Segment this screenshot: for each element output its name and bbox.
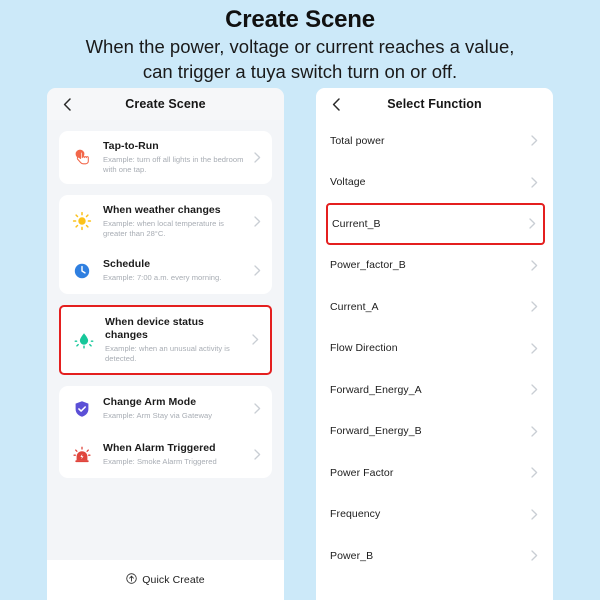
function-row-voltage[interactable]: Voltage [330, 162, 539, 204]
scene-item-arm-mode[interactable]: Change Arm Mode Example: Arm Stay via Ga… [59, 386, 272, 432]
list-item-desc: Example: when local temperature is great… [103, 218, 224, 238]
list-item-title: When Alarm Triggered [103, 442, 216, 455]
quick-create-button[interactable]: Quick Create [47, 560, 284, 600]
function-label: Power Factor [330, 466, 394, 479]
function-row-forward-energy-b[interactable]: Forward_Energy_B [330, 411, 539, 453]
chevron-right-icon [252, 214, 262, 228]
left-navbar: Create Scene [47, 88, 284, 120]
chevron-left-icon[interactable] [60, 97, 74, 111]
scene-card-tap-to-run[interactable]: Tap-to-Run Example: turn off all lights … [59, 131, 272, 184]
chevron-right-icon [529, 466, 539, 480]
list-item-desc: Example: Smoke Alarm Triggered [103, 457, 217, 467]
page-subtitle-line-1: When the power, voltage or current reach… [85, 36, 515, 58]
list-item-title: Tap-to-Run [103, 140, 159, 152]
shield-check-icon [70, 397, 94, 421]
scene-type-list: Tap-to-Run Example: turn off all lights … [47, 120, 284, 560]
list-item-desc: Example: Arm Stay via Gateway [103, 411, 213, 421]
function-row-forward-energy-a[interactable]: Forward_Energy_A [330, 369, 539, 411]
chevron-right-icon [252, 448, 262, 462]
list-item-title: When weather changes [103, 203, 221, 216]
function-row-power-factor[interactable]: Power Factor [330, 452, 539, 494]
list-item-desc: Example: 7:00 a.m. every morning. [103, 273, 222, 283]
function-label: Frequency [330, 508, 381, 521]
right-phone-select-function: Select Function Total power Voltage Curr… [316, 88, 553, 600]
chevron-right-icon [252, 402, 262, 416]
list-item-text: When device status changes Example: when… [105, 316, 250, 364]
right-nav-title: Select Function [387, 97, 482, 111]
left-nav-title: Create Scene [125, 97, 206, 111]
right-navbar: Select Function [316, 88, 553, 120]
list-item[interactable]: When device status changes Example: when… [61, 307, 270, 373]
function-row-frequency[interactable]: Frequency [330, 494, 539, 536]
function-label: Flow Direction [330, 342, 398, 355]
list-item-text: Tap-to-Run Example: turn off all lights … [103, 140, 252, 175]
page-title: Create Scene [225, 6, 375, 33]
tap-hand-icon [70, 145, 94, 169]
page-subtitle-line-2: can trigger a tuya switch turn on or off… [142, 60, 458, 82]
chevron-right-icon [529, 424, 539, 438]
list-item-text: When weather changes Example: when local… [103, 204, 252, 239]
siren-icon [70, 443, 94, 467]
scene-item-weather[interactable]: When weather changes Example: when local… [59, 195, 272, 248]
chevron-right-icon [529, 341, 539, 355]
chevron-right-icon [529, 134, 539, 148]
list-item[interactable]: Tap-to-Run Example: turn off all lights … [59, 131, 272, 184]
chevron-right-icon [529, 507, 539, 521]
chevron-right-icon [250, 333, 260, 347]
list-item-title: When device status changes [105, 315, 204, 341]
function-row-total-power[interactable]: Total power [330, 120, 539, 162]
sun-icon [70, 209, 94, 233]
function-label: Forward_Energy_A [330, 383, 422, 396]
chevron-right-icon [529, 300, 539, 314]
chevron-right-icon [252, 264, 262, 278]
function-label: Forward_Energy_B [330, 425, 422, 438]
chevron-right-icon [529, 549, 539, 563]
chevron-right-icon [529, 175, 539, 189]
scene-card-automation-group: When weather changes Example: when local… [59, 194, 272, 294]
chevron-right-icon [527, 217, 537, 231]
scene-card-device-status-highlighted[interactable]: When device status changes Example: when… [59, 304, 272, 375]
function-row-power-factor-b[interactable]: Power_factor_B [330, 245, 539, 287]
function-row-power-b[interactable]: Power_B [330, 535, 539, 577]
function-label: Current_B [332, 217, 381, 230]
list-item-text: When Alarm Triggered Example: Smoke Alar… [103, 442, 252, 467]
clock-icon [70, 259, 94, 283]
function-label: Power_B [330, 549, 374, 562]
chevron-right-icon [529, 258, 539, 272]
function-label: Total power [330, 134, 385, 147]
quick-create-label: Quick Create [142, 574, 205, 586]
screenshot-panels: Create Scene Tap-to-Run Example: turn of… [0, 88, 600, 600]
left-phone-create-scene: Create Scene Tap-to-Run Example: turn of… [47, 88, 284, 600]
chevron-right-icon [252, 150, 262, 164]
list-item-desc: Example: turn off all lights in the bedr… [103, 155, 244, 174]
list-item-desc: Example: when an unusual activity is det… [105, 343, 230, 363]
function-label: Power_factor_B [330, 259, 406, 272]
page-header: Create Scene When the power, voltage or … [0, 0, 600, 84]
function-list: Total power Voltage Current_B Power_fact… [316, 120, 553, 600]
function-label: Current_A [330, 300, 379, 313]
function-row-current-b-highlighted[interactable]: Current_B [326, 203, 545, 245]
circle-arrow-up-icon [126, 571, 137, 589]
list-item-title: Schedule [103, 258, 151, 271]
function-row-flow-direction[interactable]: Flow Direction [330, 328, 539, 370]
scene-item-alarm-triggered[interactable]: When Alarm Triggered Example: Smoke Alar… [59, 432, 272, 478]
scene-card-security-group: Change Arm Mode Example: Arm Stay via Ga… [59, 385, 272, 478]
function-label: Voltage [330, 176, 366, 189]
list-item-text: Change Arm Mode Example: Arm Stay via Ga… [103, 396, 252, 421]
motion-sensor-icon [72, 328, 96, 352]
chevron-left-icon[interactable] [329, 97, 343, 111]
function-row-current-a[interactable]: Current_A [330, 286, 539, 328]
list-item-text: Schedule Example: 7:00 a.m. every mornin… [103, 258, 252, 283]
list-item-title: Change Arm Mode [103, 396, 197, 409]
chevron-right-icon [529, 383, 539, 397]
scene-item-schedule[interactable]: Schedule Example: 7:00 a.m. every mornin… [59, 248, 272, 294]
